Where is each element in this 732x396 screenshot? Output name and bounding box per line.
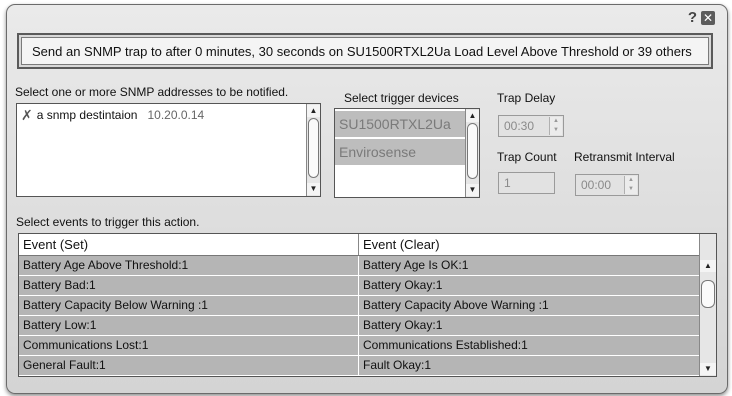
table-row[interactable]: General Fault:1 Fault Okay:1 <box>19 356 700 376</box>
trap-delay-value: 00:30 <box>504 119 535 133</box>
trap-count-label: Trap Count <box>497 150 557 164</box>
events-table: Event (Set) Event (Clear) Battery Age Ab… <box>18 233 717 377</box>
table-row[interactable]: Battery Low:1 Battery Okay:1 <box>19 316 700 336</box>
events-table-header: Event (Set) Event (Clear) <box>19 234 700 256</box>
retransmit-interval-stepper[interactable]: 00:00 ▲ ▼ <box>575 174 639 196</box>
event-set-cell: Communications Lost:1 <box>19 336 359 355</box>
snmp-trap-dialog: ? ✕ Send an SNMP trap to after 0 minutes… <box>6 4 728 394</box>
table-row[interactable]: Communications Lost:1 Communications Est… <box>19 336 700 356</box>
snmp-addresses-label: Select one or more SNMP addresses to be … <box>15 85 289 99</box>
snmp-destination-name: a snmp destintaion <box>36 108 138 122</box>
trap-delay-stepper[interactable]: 00:30 ▲ ▼ <box>498 115 564 137</box>
snmp-destination-item[interactable]: ✗ a snmp destintaion 10.20.0.14 <box>21 108 204 122</box>
events-table-body: Battery Age Above Threshold:1 Battery Ag… <box>19 256 700 376</box>
trigger-device-list[interactable]: SU1500RTXL2Ua Envirosense ▲ ▼ <box>334 108 480 198</box>
device-list-scrollbar[interactable]: ▲ ▼ <box>465 109 479 197</box>
event-clear-cell: Battery Okay:1 <box>363 318 443 332</box>
device-item[interactable]: SU1500RTXL2Ua <box>335 111 465 137</box>
trigger-devices-label: Select trigger devices <box>344 91 459 105</box>
snmp-destination-address: 10.20.0.14 <box>147 108 205 122</box>
event-clear-cell: Fault Okay:1 <box>363 358 432 372</box>
event-set-cell: Battery Bad:1 <box>19 276 359 295</box>
event-clear-cell: Communications Established:1 <box>363 338 528 352</box>
retransmit-spin-buttons[interactable]: ▲ ▼ <box>624 176 637 194</box>
action-summary-text: Send an SNMP trap to after 0 minutes, 30… <box>21 37 709 65</box>
event-clear-cell: Battery Capacity Above Warning :1 <box>363 298 549 312</box>
x-icon[interactable]: ✗ <box>21 108 33 122</box>
snmp-list-scrollbar[interactable]: ▲ ▼ <box>306 104 320 196</box>
table-row[interactable]: Battery Capacity Below Warning :1 Batter… <box>19 296 700 316</box>
trap-count-field[interactable]: 1 <box>498 172 555 194</box>
event-set-cell: Battery Capacity Below Warning :1 <box>19 296 359 315</box>
events-table-scrollbar[interactable]: ▲ ▼ <box>699 234 716 376</box>
event-set-cell: Battery Low:1 <box>19 316 359 335</box>
scroll-thumb[interactable] <box>467 123 478 179</box>
trap-delay-spin-buttons[interactable]: ▲ ▼ <box>549 117 562 135</box>
scroll-thumb[interactable] <box>701 280 715 308</box>
table-row[interactable]: Battery Bad:1 Battery Okay:1 <box>19 276 700 296</box>
trap-count-value: 1 <box>504 176 511 190</box>
title-controls: ? ✕ <box>688 10 715 26</box>
event-set-cell: Battery Age Above Threshold:1 <box>19 256 359 275</box>
retransmit-interval-label: Retransmit Interval <box>574 150 675 164</box>
action-summary-box: Send an SNMP trap to after 0 minutes, 30… <box>17 33 713 69</box>
snmp-address-list[interactable]: ✗ a snmp destintaion 10.20.0.14 ▲ ▼ <box>16 103 321 197</box>
trap-delay-label: Trap Delay <box>497 91 556 105</box>
scroll-up-arrow-icon[interactable]: ▲ <box>466 110 479 122</box>
scroll-down-arrow-icon[interactable]: ▼ <box>466 184 479 196</box>
scroll-up-arrow-icon[interactable]: ▲ <box>700 260 716 272</box>
events-label: Select events to trigger this action. <box>16 215 200 229</box>
help-icon[interactable]: ? <box>688 10 697 26</box>
scroll-thumb[interactable] <box>308 118 319 178</box>
event-clear-cell: Battery Okay:1 <box>363 278 443 292</box>
scroll-down-arrow-icon[interactable]: ▼ <box>700 363 716 375</box>
column-header-event-clear[interactable]: Event (Clear) <box>359 234 700 255</box>
close-icon[interactable]: ✕ <box>701 11 715 25</box>
scroll-down-arrow-icon[interactable]: ▼ <box>307 183 320 195</box>
event-clear-cell: Battery Age Is OK:1 <box>363 258 469 272</box>
event-set-cell: General Fault:1 <box>19 356 359 375</box>
table-row[interactable]: Battery Age Above Threshold:1 Battery Ag… <box>19 256 700 276</box>
device-item[interactable]: Envirosense <box>335 139 465 165</box>
retransmit-interval-value: 00:00 <box>581 178 612 192</box>
scroll-up-arrow-icon[interactable]: ▲ <box>307 105 320 117</box>
column-header-event-set[interactable]: Event (Set) <box>19 234 359 255</box>
